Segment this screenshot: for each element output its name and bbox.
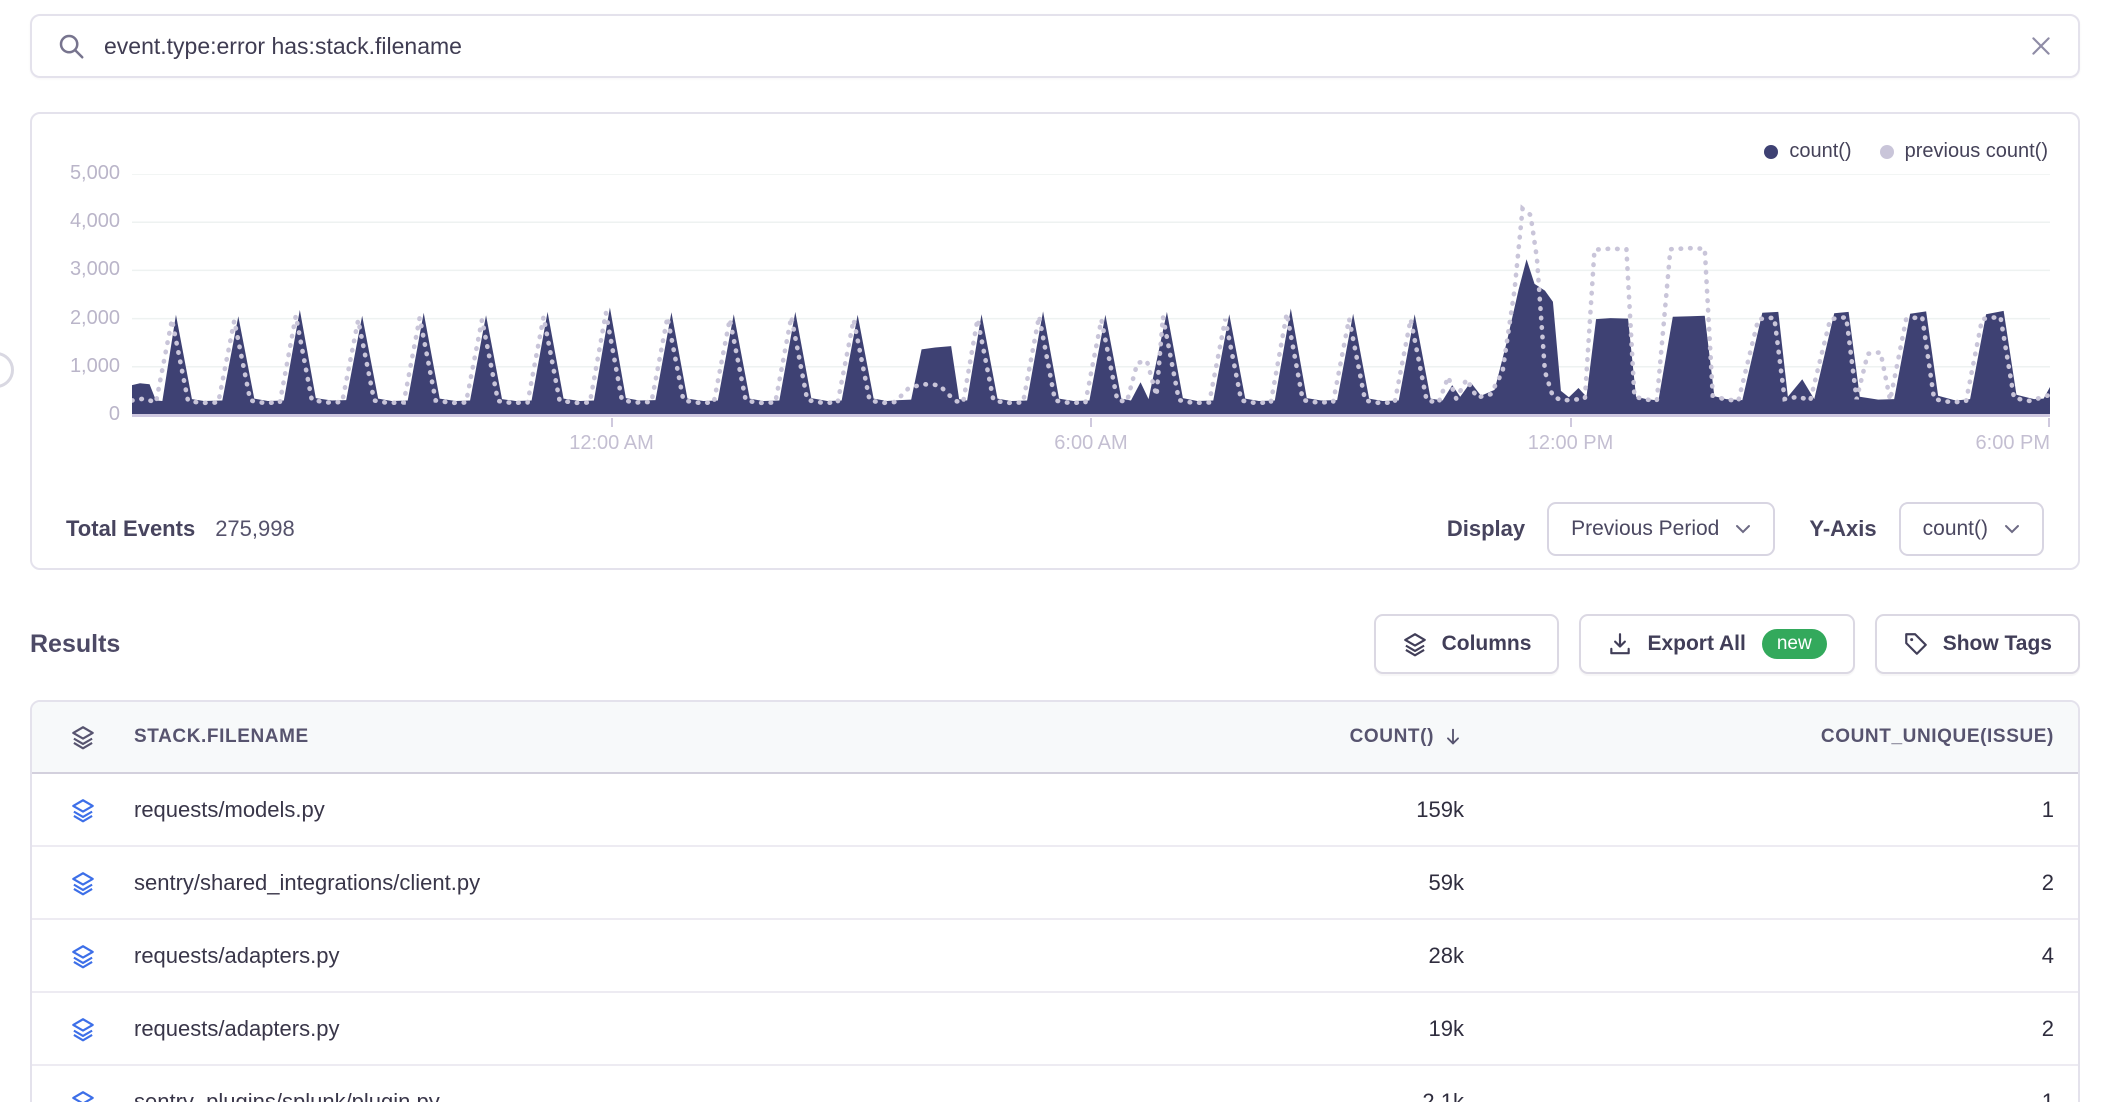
y-axis-tick-label: 1,000 <box>32 355 120 378</box>
legend-item-count[interactable]: count() <box>1764 140 1851 163</box>
legend-label: previous count() <box>1905 140 2048 163</box>
legend-item-previous-count[interactable]: previous count() <box>1880 140 2048 163</box>
stack-filename-cell[interactable]: requests/adapters.py <box>134 1016 1178 1042</box>
layers-icon <box>32 870 134 896</box>
count-legend-dot <box>1764 145 1778 159</box>
results-header: Results Columns Export All new Show Tags <box>30 614 2080 674</box>
x-axis-tickmark <box>1570 418 1572 427</box>
yaxis-select-value: count() <box>1923 517 1988 541</box>
chart-footer: Total Events 275,998 Display Previous Pe… <box>66 501 2044 557</box>
x-axis-tick-label: 6:00 PM <box>1976 432 2050 455</box>
count-unique-cell: 4 <box>1478 943 2078 969</box>
count-cell: 59k <box>1178 870 1478 896</box>
yaxis-select[interactable]: count() <box>1899 502 2044 556</box>
count-cell: 28k <box>1178 943 1478 969</box>
y-axis-label: Y-Axis <box>1809 516 1876 542</box>
table-row[interactable]: requests/adapters.py19k2 <box>32 993 2078 1066</box>
x-axis-labels: 12:00 AM 6:00 AM 12:00 PM 6:00 PM <box>132 432 2050 458</box>
count-header-label: COUNT() <box>1350 726 1434 748</box>
x-axis-tickmark <box>611 418 613 427</box>
count-unique-cell: 2 <box>1478 870 2078 896</box>
layers-icon <box>32 1016 134 1042</box>
total-events-label: Total Events <box>66 516 195 542</box>
columns-button[interactable]: Columns <box>1374 614 1560 674</box>
chevron-down-icon <box>2004 524 2020 535</box>
x-axis-tickmark <box>1090 418 1092 427</box>
column-header-count-unique[interactable]: COUNT_UNIQUE(ISSUE) <box>1478 726 2078 748</box>
x-axis-tick-label: 12:00 AM <box>569 432 654 455</box>
events-chart-panel: count() previous count() 5,000 4,000 3,000… <box>30 112 2080 570</box>
y-axis-tick-label: 2,000 <box>32 307 120 330</box>
x-axis-tick-label: 6:00 AM <box>1054 432 1127 455</box>
search-icon <box>56 31 86 61</box>
display-select[interactable]: Previous Period <box>1547 502 1775 556</box>
count-area <box>132 259 2050 415</box>
columns-button-label: Columns <box>1442 632 1532 656</box>
stack-filename-cell[interactable]: sentry/shared_integrations/client.py <box>134 870 1178 896</box>
layers-icon <box>1402 631 1428 657</box>
table-header-row: STACK.FILENAME COUNT() COUNT_UNIQUE(ISSU… <box>32 702 2078 774</box>
previous-count-legend-dot <box>1880 145 1894 159</box>
results-table: STACK.FILENAME COUNT() COUNT_UNIQUE(ISSU… <box>30 700 2080 1102</box>
count-unique-cell: 1 <box>1478 1089 2078 1102</box>
search-input[interactable] <box>104 33 2028 60</box>
x-axis-tick-label: 12:00 PM <box>1528 432 1614 455</box>
display-label: Display <box>1447 516 1525 542</box>
stack-filename-cell[interactable]: requests/adapters.py <box>134 943 1178 969</box>
table-row[interactable]: sentry/shared_integrations/client.py59k2 <box>32 847 2078 920</box>
export-all-button[interactable]: Export All new <box>1579 614 1854 674</box>
display-select-value: Previous Period <box>1571 517 1719 541</box>
table-row[interactable]: requests/adapters.py28k4 <box>32 920 2078 993</box>
search-bar[interactable] <box>30 14 2080 78</box>
chevron-down-icon <box>1735 524 1751 535</box>
legend-label: count() <box>1789 140 1851 163</box>
close-icon[interactable] <box>2028 33 2054 59</box>
count-unique-cell: 1 <box>1478 797 2078 823</box>
show-tags-button[interactable]: Show Tags <box>1875 614 2080 674</box>
column-header-count[interactable]: COUNT() <box>1178 726 1478 748</box>
sort-desc-icon <box>1442 726 1464 748</box>
total-events-value: 275,998 <box>215 516 295 542</box>
y-axis-tick-label: 3,000 <box>32 258 120 281</box>
stack-filename-cell[interactable]: sentry_plugins/splunk/plugin.py <box>134 1089 1178 1102</box>
y-axis-labels: 5,0004,0003,0002,0001,0000 <box>32 174 120 415</box>
results-title: Results <box>30 630 120 659</box>
show-tags-button-label: Show Tags <box>1943 632 2052 656</box>
layers-icon[interactable] <box>32 724 134 750</box>
stack-filename-cell[interactable]: requests/models.py <box>134 797 1178 823</box>
y-axis-tick-label: 0 <box>32 403 120 426</box>
x-axis-tickmark <box>2048 418 2050 427</box>
chart-plot-area[interactable] <box>132 174 2050 415</box>
count-cell: 2.1k <box>1178 1089 1478 1102</box>
layers-icon <box>32 943 134 969</box>
table-row[interactable]: requests/models.py159k1 <box>32 774 2078 847</box>
export-button-label: Export All <box>1647 632 1745 656</box>
count-cell: 159k <box>1178 797 1478 823</box>
layers-icon <box>32 797 134 823</box>
count-unique-cell: 2 <box>1478 1016 2078 1042</box>
count-cell: 19k <box>1178 1016 1478 1042</box>
left-edge-artifact <box>0 352 14 388</box>
y-axis-tick-label: 5,000 <box>32 162 120 185</box>
download-icon <box>1607 631 1633 657</box>
x-axis-line <box>132 414 2050 417</box>
table-row[interactable]: sentry_plugins/splunk/plugin.py2.1k1 <box>32 1066 2078 1102</box>
layers-icon <box>32 1089 134 1102</box>
x-axis-ticks <box>132 418 2050 427</box>
chart-legend: count() previous count() <box>1764 140 2048 163</box>
tag-icon <box>1903 631 1929 657</box>
column-header-stack-filename[interactable]: STACK.FILENAME <box>134 726 1178 748</box>
y-axis-tick-label: 4,000 <box>32 210 120 233</box>
new-badge: new <box>1762 629 1827 659</box>
